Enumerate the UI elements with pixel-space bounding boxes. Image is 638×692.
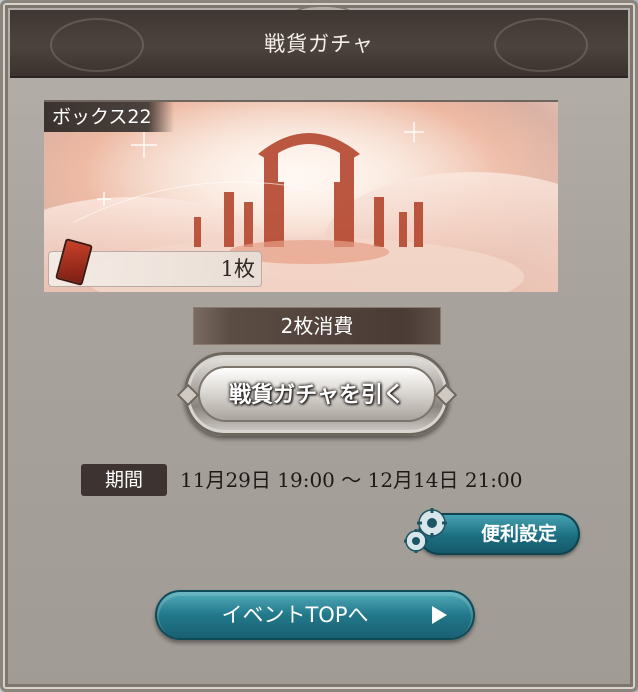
panel-header: 戦貨ガチャ [10,10,628,78]
settings-label[interactable]: 便利設定 [458,513,580,555]
event-top-button[interactable]: イベントTOPへ [155,590,475,640]
period-badge: 期間 [81,464,167,496]
box-label: ボックス22 [44,102,174,132]
cost-label: 2枚消費 [193,307,441,345]
event-top-label[interactable]: イベントTOPへ [155,590,435,640]
draw-gacha-button[interactable]: 戦貨ガチャを引く [176,352,458,436]
page-title: 戦貨ガチャ [264,32,374,56]
gear-icon[interactable] [402,505,450,557]
draw-gacha-label[interactable]: 戦貨ガチャを引く [184,377,450,409]
ticket-count: 1枚 [220,257,255,281]
period-text: 11月29日 19:00 ～ 12月14日 21:00 [180,468,523,492]
play-icon[interactable] [432,606,447,624]
